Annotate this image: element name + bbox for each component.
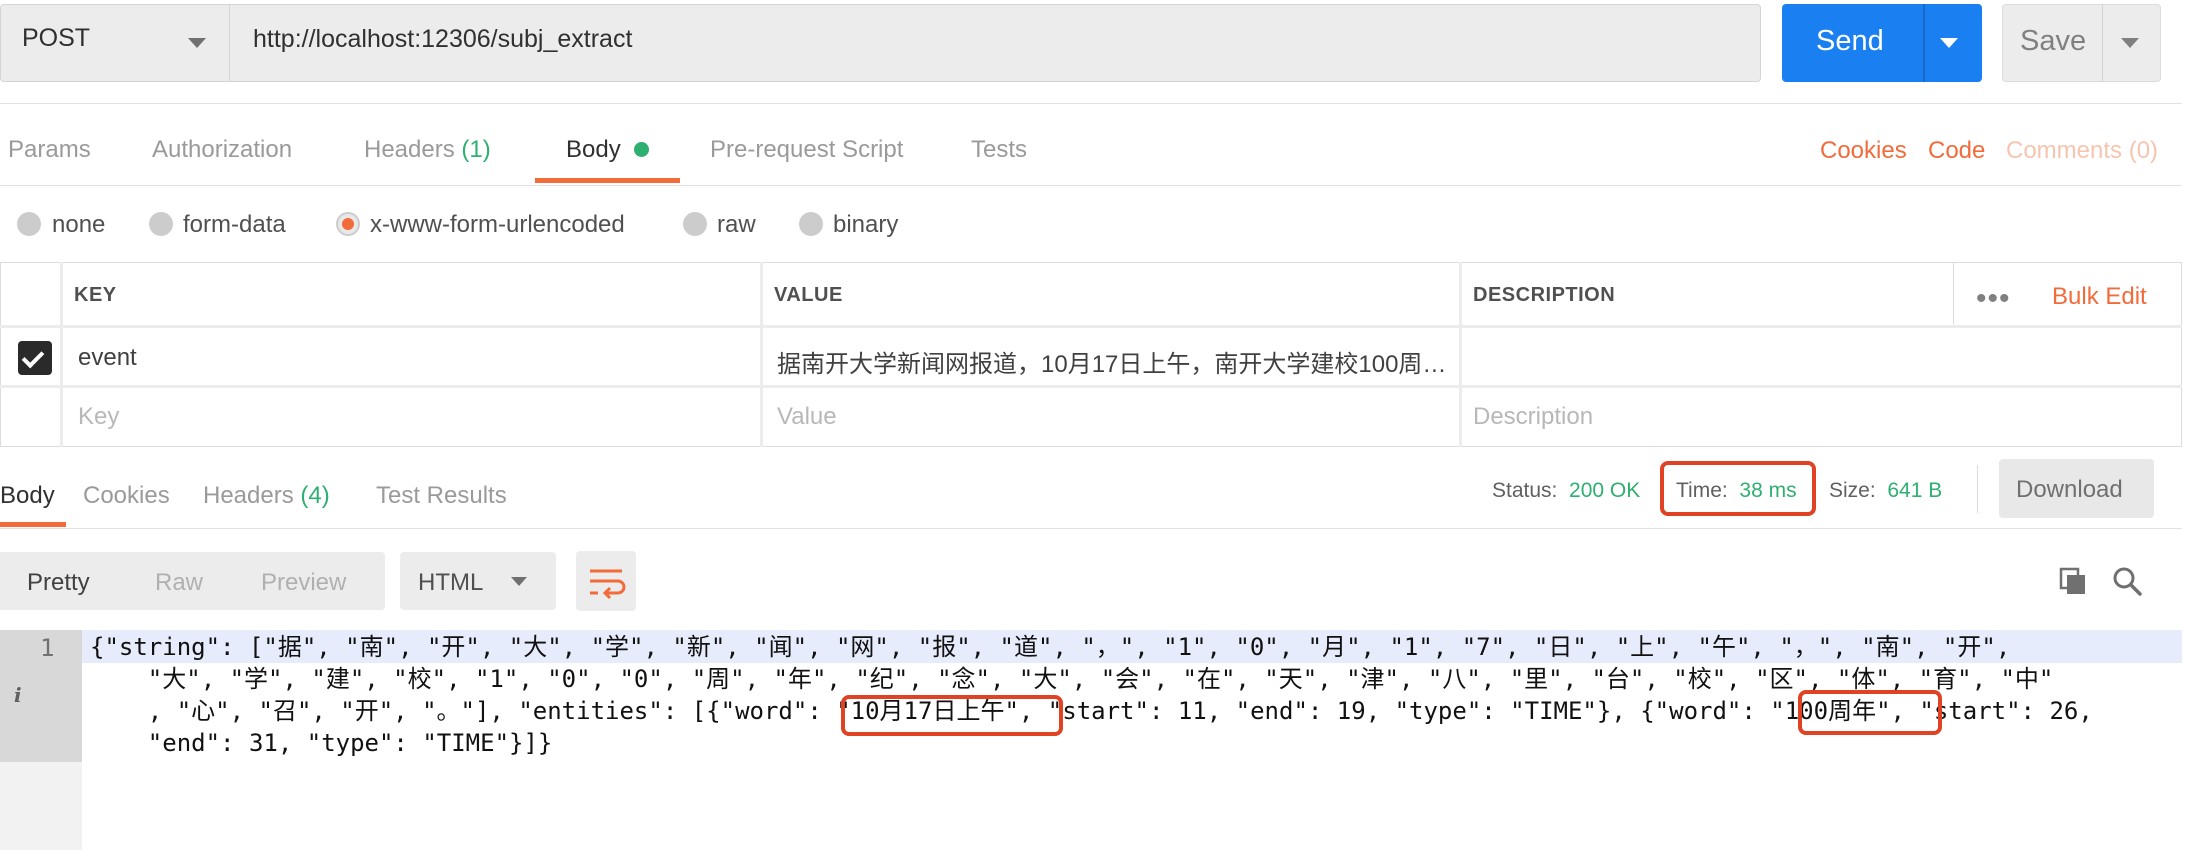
- size-label: Size:: [1829, 479, 1876, 502]
- column-header-value: VALUE: [774, 284, 843, 306]
- response-tab-headers-label: Headers: [203, 482, 294, 509]
- language-label[interactable]: HTML: [418, 569, 483, 597]
- radio-selected-dot-icon: [342, 218, 354, 230]
- tab-authorization[interactable]: Authorization: [152, 136, 292, 164]
- wrap-lines-icon: [590, 569, 626, 600]
- active-tab-indicator: [535, 178, 680, 183]
- radio-urlencoded-label[interactable]: x-www-form-urlencoded: [370, 211, 625, 239]
- bulk-edit-link[interactable]: Bulk Edit: [2052, 283, 2147, 311]
- size-readout: Size: 641 B: [1829, 479, 1942, 503]
- tab-tests[interactable]: Tests: [971, 136, 1027, 164]
- line-number: 1: [40, 634, 55, 662]
- url-text[interactable]: http://localhost:12306/subj_extract: [253, 25, 632, 54]
- chevron-down-icon[interactable]: [511, 577, 527, 586]
- time-label: Time:: [1676, 479, 1728, 502]
- entity-highlight-box: [1798, 690, 1942, 735]
- status-label: Status:: [1492, 479, 1558, 502]
- send-options-chevron-icon[interactable]: [1940, 38, 1958, 48]
- tab-prerequest-script[interactable]: Pre-request Script: [710, 136, 903, 164]
- param-value-cell[interactable]: 据南开大学新闻网报道，10月17日上午，南开大学建校100周…: [777, 344, 1446, 379]
- table-column-divider: [1459, 262, 1462, 447]
- tab-headers-label: Headers: [364, 136, 455, 163]
- view-raw-button[interactable]: Raw: [155, 569, 203, 597]
- tab-params[interactable]: Params: [8, 136, 91, 164]
- status-value: 200 OK: [1569, 479, 1641, 502]
- download-label[interactable]: Download: [2016, 476, 2123, 504]
- tab-headers-count: (1): [461, 136, 491, 163]
- radio-binary[interactable]: [799, 212, 823, 236]
- info-icon: i: [14, 683, 22, 707]
- radio-raw-label[interactable]: raw: [717, 211, 756, 239]
- time-value: 38 ms: [1739, 479, 1797, 502]
- divider: [0, 185, 2182, 186]
- radio-none-label[interactable]: none: [52, 211, 105, 239]
- table-column-divider: [1953, 262, 1954, 324]
- wrap-lines-button[interactable]: [576, 551, 636, 611]
- view-pretty-button[interactable]: Pretty: [27, 569, 90, 597]
- code-line: "end": 31, "type": "TIME"}]}: [90, 729, 553, 757]
- table-header-divider: [0, 325, 2182, 328]
- table-row-divider: [0, 385, 2182, 388]
- save-options-chevron-icon[interactable]: [2121, 38, 2139, 48]
- divider: [1977, 465, 1978, 513]
- copy-icon[interactable]: [2058, 566, 2088, 596]
- status-readout: Status: 200 OK: [1492, 479, 1640, 503]
- send-split-divider: [1923, 4, 1925, 82]
- column-header-description: DESCRIPTION: [1473, 284, 1616, 306]
- radio-raw[interactable]: [683, 212, 707, 236]
- divider: [0, 528, 2182, 529]
- radio-form-data-label[interactable]: form-data: [183, 211, 286, 239]
- more-options-icon[interactable]: •••: [1976, 282, 2011, 316]
- code-line: , "心", "召", "开", "。"], "entities": [{"wo…: [90, 697, 2093, 725]
- method-label: POST: [22, 24, 91, 52]
- new-key-input[interactable]: Key: [78, 403, 119, 431]
- radio-binary-label[interactable]: binary: [833, 211, 898, 239]
- size-value: 641 B: [1887, 479, 1943, 502]
- chevron-down-icon[interactable]: [188, 38, 206, 48]
- body-modified-dot-icon: [634, 142, 649, 157]
- radio-none[interactable]: [17, 212, 41, 236]
- response-tab-body[interactable]: Body: [0, 482, 55, 510]
- tab-headers[interactable]: Headers (1): [364, 136, 491, 164]
- code-link[interactable]: Code: [1928, 137, 1985, 165]
- response-tab-headers[interactable]: Headers (4): [203, 482, 330, 510]
- time-readout: Time: 38 ms: [1676, 479, 1797, 503]
- active-tab-indicator: [0, 522, 66, 527]
- divider: [0, 103, 2182, 104]
- new-value-input[interactable]: Value: [777, 403, 837, 431]
- table-column-divider: [60, 262, 63, 447]
- response-tab-headers-count: (4): [300, 482, 330, 509]
- entity-highlight-box: [841, 695, 1063, 736]
- column-header-key: KEY: [74, 284, 117, 306]
- code-line: {"string": ["据", "南", "开", "大", "学", "新"…: [90, 633, 2011, 661]
- response-tab-test-results[interactable]: Test Results: [376, 482, 507, 510]
- comments-link[interactable]: Comments (0): [2006, 137, 2158, 165]
- tab-body[interactable]: Body: [566, 136, 621, 164]
- view-preview-button[interactable]: Preview: [261, 569, 346, 597]
- search-icon[interactable]: [2111, 565, 2143, 597]
- send-label[interactable]: Send: [1816, 25, 1884, 58]
- code-line: "大", "学", "建", "校", "1", "0", "0", "周", …: [90, 665, 2054, 693]
- table-column-divider: [760, 262, 763, 447]
- new-description-input[interactable]: Description: [1473, 403, 1593, 431]
- response-tab-cookies[interactable]: Cookies: [83, 482, 170, 510]
- radio-form-data[interactable]: [149, 212, 173, 236]
- param-key-cell[interactable]: event: [78, 344, 137, 372]
- save-split-divider: [2102, 4, 2103, 82]
- save-label[interactable]: Save: [2020, 25, 2086, 58]
- cookies-link[interactable]: Cookies: [1820, 137, 1907, 165]
